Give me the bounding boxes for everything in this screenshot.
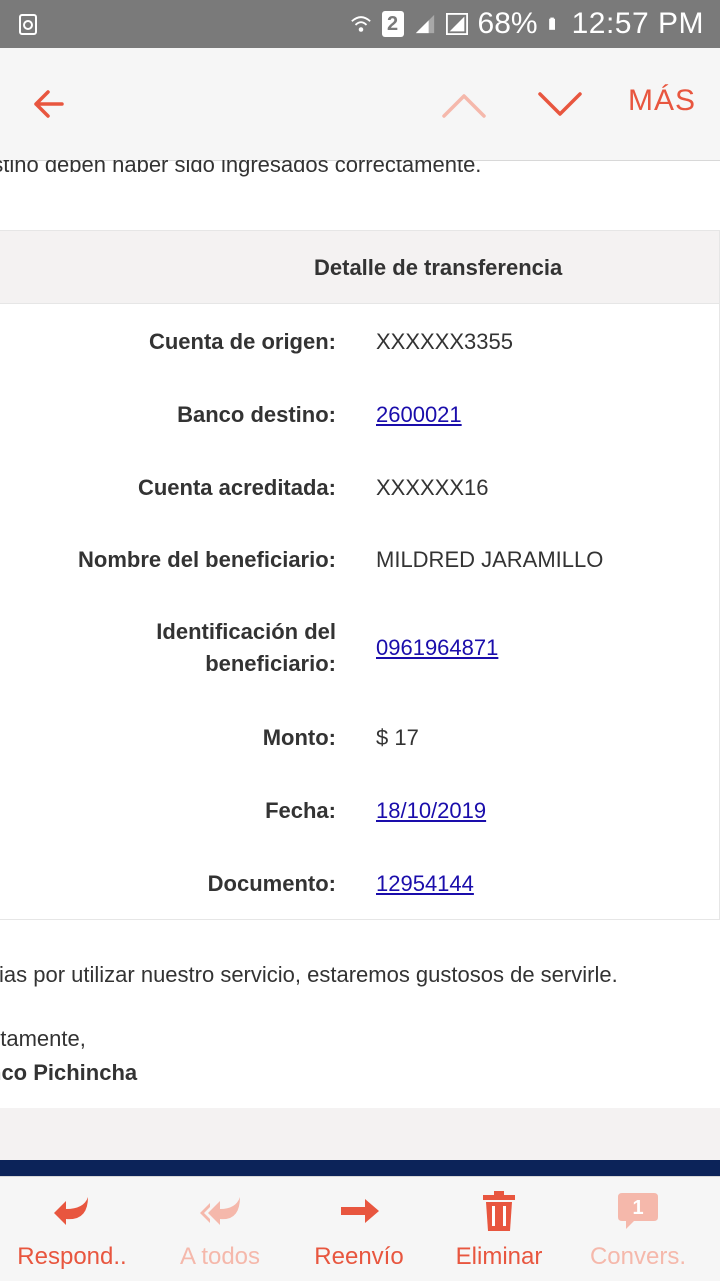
reply-label: Respond.. (17, 1243, 127, 1270)
row-label-line1: Identificación del (156, 619, 336, 644)
forward-label: Reenvío (314, 1243, 404, 1270)
conversation-label: Convers. (589, 1243, 687, 1270)
thanks-text: cias por utilizar nuestro servicio, esta… (0, 962, 618, 987)
signal-icon-2 (445, 13, 468, 35)
more-button[interactable]: MÁS (628, 84, 696, 118)
forward-icon (341, 1199, 379, 1223)
delete-button[interactable]: Eliminar (427, 1177, 571, 1281)
row-label: Monto: (262, 725, 336, 750)
reply-all-icon (200, 1197, 240, 1225)
forward-button[interactable]: Reenvío (287, 1177, 431, 1281)
reply-all-label: A todos (179, 1243, 261, 1270)
row-label: Fecha: (265, 798, 336, 823)
battery-percent: 68% (477, 7, 538, 40)
recycle-icon (19, 14, 37, 35)
row-label: Identificación del beneficiario: (16, 616, 336, 680)
chevron-up-icon[interactable] (440, 84, 488, 124)
row-value-link[interactable]: 18/10/2019 (376, 795, 486, 827)
row-value-link[interactable]: 12954144 (376, 868, 474, 900)
trash-icon (483, 1191, 515, 1231)
email-footer-band (0, 1160, 720, 1176)
signal-icon (415, 14, 434, 34)
status-bar: 2 68% 12:57 PM (0, 0, 720, 48)
row-label: Nombre del beneficiario: (78, 547, 336, 572)
row-label: Cuenta de origen: (148, 329, 336, 354)
wifi-icon (350, 16, 371, 32)
back-arrow-icon[interactable] (28, 84, 68, 124)
row-value: MILDRED JARAMILLO (376, 547, 604, 572)
reply-button[interactable]: Respond.. (0, 1177, 144, 1281)
reply-all-button[interactable]: A todos (148, 1177, 292, 1281)
chevron-down-icon[interactable] (536, 84, 584, 124)
conversation-count: 1 (632, 1197, 643, 1219)
signature-text: nco Pichincha (0, 1060, 138, 1085)
conversation-button[interactable]: 1 Convers. (566, 1177, 710, 1281)
table-header: Detalle de transferencia (0, 231, 719, 304)
table-title: Detalle de transferencia (314, 255, 563, 280)
row-value: XXXXXX3355 (376, 329, 513, 354)
intro-text: estino deben haber sido ingresados corre… (0, 160, 482, 177)
transfer-detail-table: Detalle de transferencia Cuenta de orige… (0, 230, 720, 920)
conversation-icon: 1 (618, 1193, 658, 1229)
clock: 12:57 PM (571, 7, 704, 40)
action-bar: Respond.. A todos Reenvío Eliminar 1 Con… (0, 1176, 720, 1281)
email-body: estino deben haber sido ingresados corre… (0, 160, 720, 1176)
delete-label: Eliminar (455, 1243, 543, 1270)
email-footer (0, 1108, 720, 1160)
row-value: $ 17 (376, 725, 419, 750)
row-value-link[interactable]: 0961964871 (376, 632, 498, 664)
reply-icon (54, 1197, 88, 1225)
app-bar: MÁS (0, 48, 720, 161)
row-label: Documento: (207, 871, 336, 896)
sim-badge: 2 (381, 11, 404, 37)
row-value-link[interactable]: 2600021 (376, 399, 462, 431)
row-value: XXXXXX16 (376, 475, 489, 500)
row-label: Banco destino: (177, 402, 336, 427)
battery-icon (548, 17, 555, 30)
row-label-line2: beneficiario: (205, 651, 336, 676)
closing-text: ntamente, (0, 1026, 86, 1051)
row-label: Cuenta acreditada: (137, 475, 336, 500)
